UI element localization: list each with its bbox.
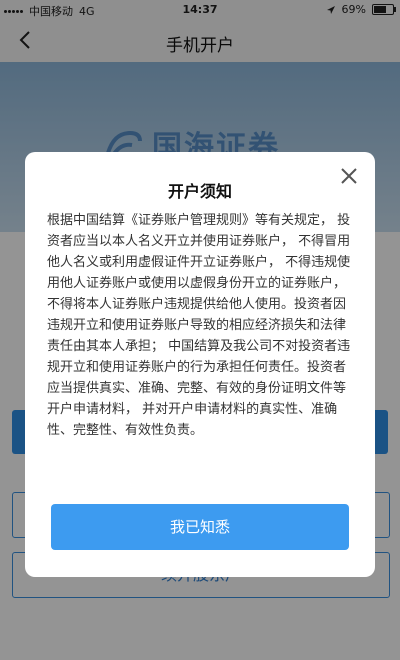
dialog-body-text: 根据中国结算《证券账户管理规则》等有关规定， 投资者应当以本人名义开立并使用证券…	[47, 213, 351, 438]
notice-dialog: 开户须知 根据中国结算《证券账户管理规则》等有关规定， 投资者应当以本人名义开立…	[25, 152, 375, 577]
close-icon[interactable]	[339, 166, 359, 186]
dialog-title: 开户须知	[167, 182, 232, 201]
acknowledge-button[interactable]: 我已知悉	[51, 504, 349, 550]
